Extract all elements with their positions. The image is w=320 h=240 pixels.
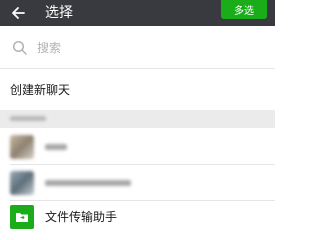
- multi-select-button[interactable]: 多选: [221, 0, 267, 19]
- avatar: [10, 135, 34, 159]
- avatar: [10, 171, 34, 195]
- chat-name-blurred: [45, 180, 131, 186]
- search-input[interactable]: 搜索: [37, 29, 61, 67]
- arrow-left-icon: [12, 7, 25, 19]
- section-header-label-blurred: [10, 116, 46, 121]
- search-icon: [12, 40, 27, 55]
- back-button[interactable]: [8, 0, 28, 26]
- chat-name-blurred: [45, 144, 67, 150]
- divider: [0, 68, 275, 69]
- create-new-chat-label: 创建新聊天: [10, 83, 71, 97]
- section-header-recent: [0, 110, 275, 128]
- file-transfer-item[interactable]: 文件传输助手: [0, 202, 275, 232]
- divider: [10, 200, 275, 201]
- folder-transfer-icon: [10, 205, 34, 229]
- top-bar: 选择 多选: [0, 0, 275, 26]
- search-bar[interactable]: 搜索: [0, 29, 275, 67]
- file-transfer-label: 文件传输助手: [45, 210, 118, 224]
- chat-list-item[interactable]: [0, 130, 275, 164]
- divider: [10, 164, 275, 165]
- page-title: 选择: [45, 5, 73, 21]
- chat-list-item[interactable]: [0, 166, 275, 200]
- create-new-chat-item[interactable]: 创建新聊天: [0, 72, 275, 108]
